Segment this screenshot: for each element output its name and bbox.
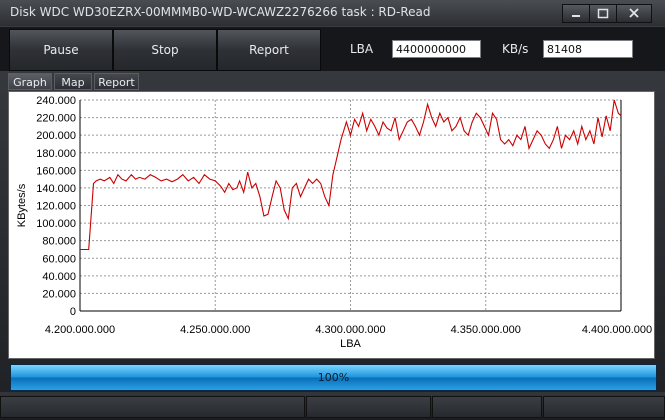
y-tick-label: 120.000 [36,201,76,213]
close-button[interactable] [616,4,652,23]
minimize-button[interactable] [562,4,590,23]
x-tick-label: 4.250.000.000 [180,324,250,336]
pause-button[interactable]: Pause [9,29,113,71]
x-tick-label: 4.350.000.000 [451,324,521,336]
status-bar [0,392,665,420]
status-segment [306,396,431,418]
close-icon [629,8,639,18]
minimize-icon [572,15,580,17]
progress-bar: 100% [10,364,657,391]
y-axis-label: KBytes/s [16,183,28,227]
y-tick-label: 200.000 [36,130,76,142]
y-tick-label: 240.000 [36,95,76,107]
lba-label: LBA [350,42,374,56]
tab-report[interactable]: Report [94,73,139,90]
kbs-label: KB/s [502,42,529,56]
kbs-field[interactable]: 81408 [543,40,633,58]
y-tick-label: 60.000 [42,253,76,265]
x-tick-label: 4.200.000.000 [45,324,115,336]
y-tick-label: 100.000 [36,218,76,230]
title-bar[interactable]: Disk WDC WD30EZRX-00MMMB0-WD-WCAWZ227626… [0,0,665,26]
series-line [80,99,622,251]
y-tick-label: 180.000 [36,148,76,160]
tab-map[interactable]: Map [54,73,92,90]
x-tick-label: 4.400.000.000 [582,324,652,336]
progress-label: 100% [317,371,350,384]
tab-graph[interactable]: Graph [8,73,52,90]
graph-panel: 0 20.000 40.000 60.000 80.000 100.000 120.000 1… [8,91,655,359]
window-title: Disk WDC WD30EZRX-00MMMB0-WD-WCAWZ227626… [10,5,431,19]
status-segment [0,396,305,418]
main-window: Disk WDC WD30EZRX-00MMMB0-WD-WCAWZ227626… [0,0,665,420]
x-axis-label: LBA [340,338,361,350]
y-tick-label: 160.000 [36,165,76,177]
y-tick-label: 220.000 [36,113,76,125]
maximize-button[interactable] [589,4,617,23]
lba-field[interactable]: 4400000000 [392,40,481,58]
status-segment [543,396,665,418]
stop-button[interactable]: Stop [113,29,217,71]
maximize-icon [597,8,609,19]
y-tick-label: 140.000 [36,183,76,195]
report-button[interactable]: Report [217,29,321,71]
throughput-chart: 0 20.000 40.000 60.000 80.000 100.000 120.000 1… [16,95,652,350]
x-tick-label: 4.300.000.000 [315,324,385,336]
y-tick-label: 80.000 [42,236,76,248]
y-tick-label: 0 [70,306,76,318]
y-tick-label: 40.000 [42,271,76,283]
y-tick-label: 20.000 [42,288,76,300]
status-segment [432,396,542,418]
